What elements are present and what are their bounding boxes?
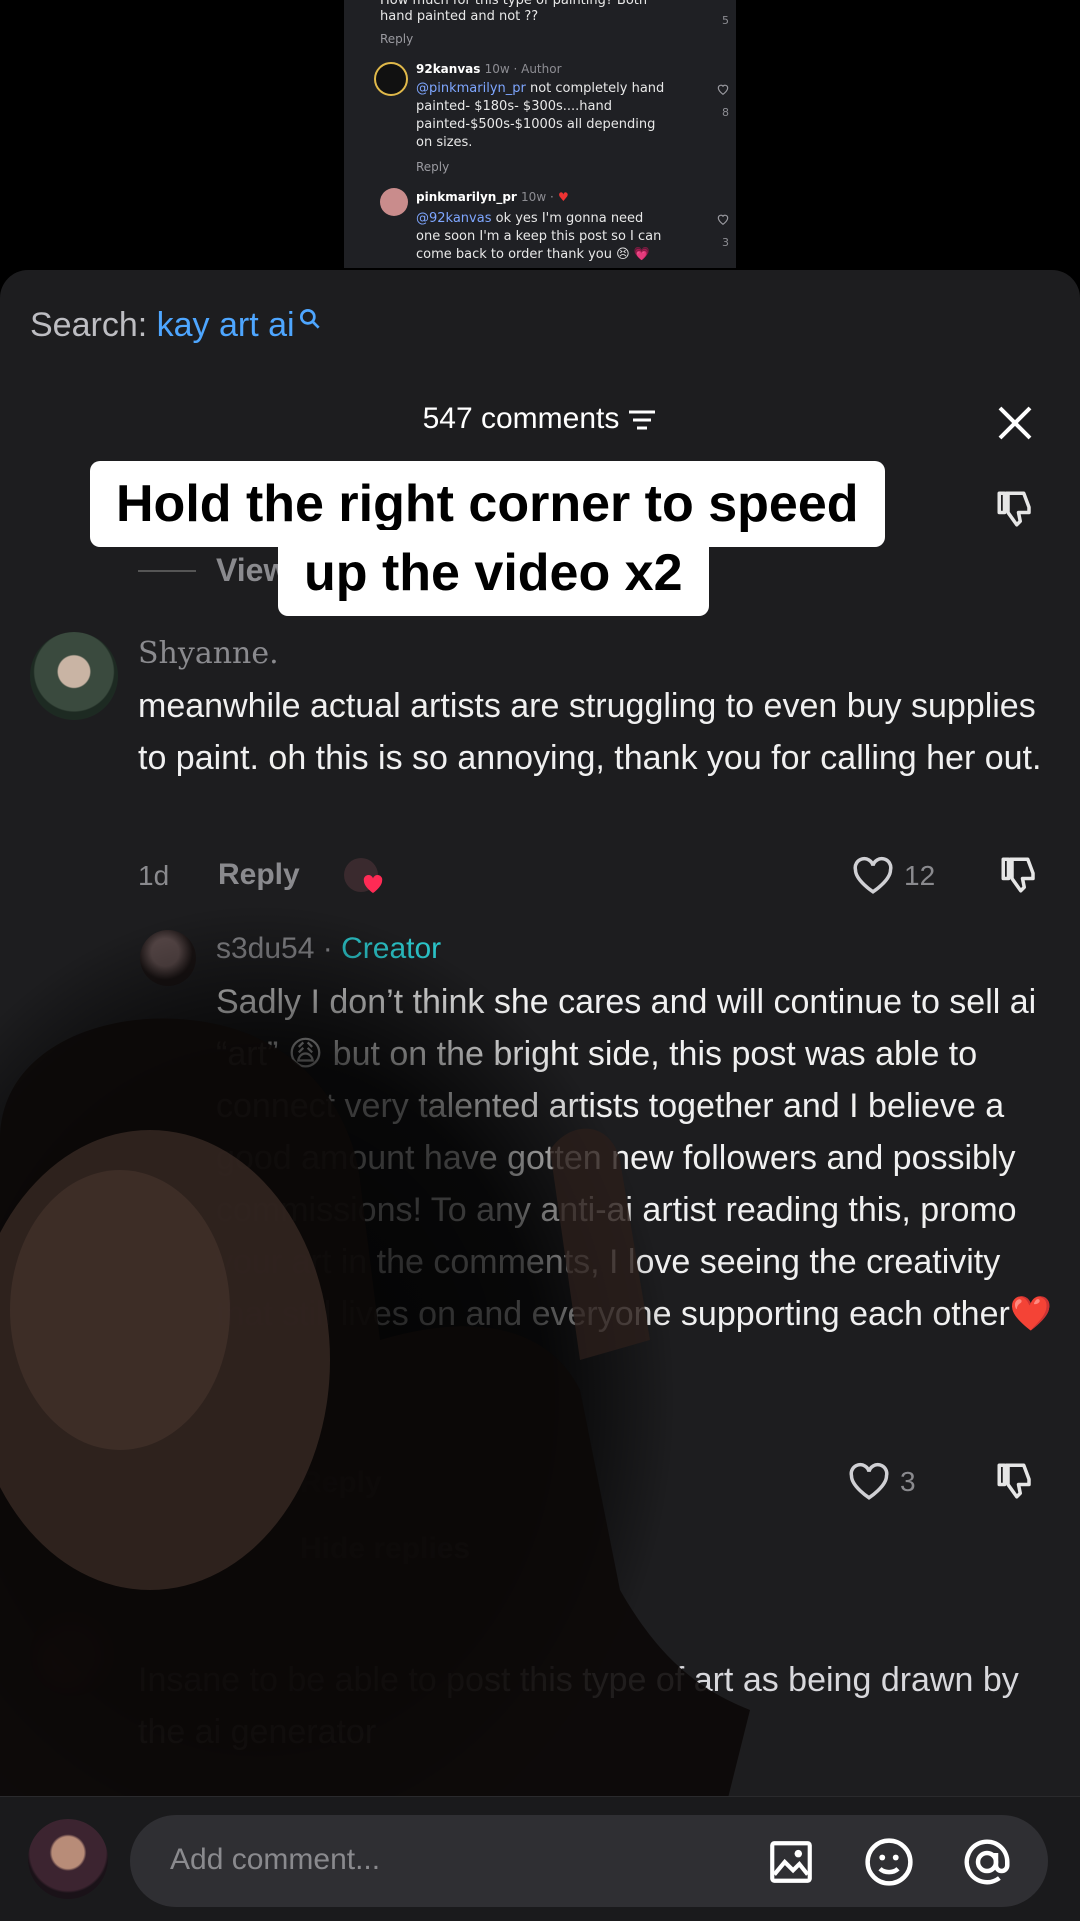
mention-icon[interactable] xyxy=(960,1835,1014,1889)
embed-reply-2: Reply xyxy=(416,160,450,174)
avatar-s3du54[interactable] xyxy=(140,930,196,986)
reply-text: Sadly I don’t think she cares and will c… xyxy=(216,983,1053,1333)
embed-c3-line1: @92kanvas ok yes I'm gonna need xyxy=(416,211,644,226)
reply-username[interactable]: s3du54 xyxy=(216,932,314,965)
caption-line-2: up the video x2 xyxy=(278,530,709,616)
comment-text: Insane to be able to post this type of a… xyxy=(138,1661,1019,1751)
comment-age: 1d xyxy=(138,860,170,891)
embedded-comment-screenshot: How much for this type of painting? Both… xyxy=(344,0,736,268)
embed-c3-line3: come back to order thank you 😣 💗 xyxy=(416,247,650,262)
embed-heart-icon-2 xyxy=(717,214,729,225)
image-icon[interactable] xyxy=(766,1837,816,1887)
emoji-icon[interactable] xyxy=(862,1835,916,1889)
like-count: 12 xyxy=(904,860,936,891)
dislike-icon[interactable] xyxy=(998,854,1040,896)
like-heart-icon[interactable] xyxy=(848,1462,890,1502)
embed-c3-line2: one soon I'm a keep this post so I can xyxy=(416,229,662,244)
filter-icon[interactable] xyxy=(627,407,657,433)
embed-c2-line3: painted-$500s-$1000s all depending xyxy=(416,117,656,132)
avatar-shyanne[interactable] xyxy=(30,632,118,720)
comment-text: meanwhile actual artists are struggling … xyxy=(138,687,1042,777)
comment-composer: Add comment... xyxy=(0,1796,1080,1921)
comment-placeholder: Add comment... xyxy=(170,1843,381,1876)
creator-badge: Creator xyxy=(341,932,442,965)
reply-button[interactable]: Reply xyxy=(218,858,300,892)
embed-line1: hand painted and not ?? xyxy=(380,9,539,24)
avatar-commenter[interactable] xyxy=(30,1612,114,1696)
hide-replies-link[interactable]: Hide replies xyxy=(300,1532,470,1566)
search-term[interactable]: kay art ai xyxy=(157,306,295,344)
like-heart-icon[interactable] xyxy=(852,856,894,896)
embed-user-92kanvas: 92kanvas 10w · Author xyxy=(416,62,562,76)
dislike-icon[interactable] xyxy=(994,1460,1036,1502)
search-icon xyxy=(299,308,320,329)
embed-like-count-1: 5 xyxy=(722,14,729,27)
reply-button[interactable]: Reply xyxy=(300,1466,382,1500)
view-replies-line xyxy=(138,570,196,572)
search-suggestion[interactable]: Search: kay art ai xyxy=(30,306,323,345)
embed-user-pinkmarilyn: pinkmarilyn_pr 10w · ♥ xyxy=(416,190,569,204)
like-count: 3 xyxy=(900,1466,916,1497)
embed-like-count-2: 8 xyxy=(722,106,729,119)
embed-heart-icon xyxy=(717,84,729,95)
embed-reply-1: Reply xyxy=(380,32,414,46)
embed-c2-line2: painted- $180s- $300s....hand xyxy=(416,99,613,114)
comment-input[interactable]: Add comment... xyxy=(130,1815,1048,1907)
comment-username[interactable]: Shyanne. xyxy=(138,636,279,671)
search-prefix: Search: xyxy=(30,306,148,344)
comments-count: 547 comments xyxy=(422,402,620,435)
embed-c2-line4: on sizes. xyxy=(416,135,473,150)
reply-username-line: s3du54 · Creator xyxy=(216,932,442,965)
embed-like-count-3: 3 xyxy=(722,236,729,249)
my-avatar xyxy=(28,1819,108,1899)
embed-avatar-pinkmarilyn xyxy=(380,188,408,216)
creator-heart-icon xyxy=(363,874,383,894)
embed-avatar-92kanvas xyxy=(374,62,408,96)
close-icon[interactable] xyxy=(996,404,1034,442)
embed-c2-line1: @pinkmarilyn_pr not completely hand xyxy=(416,81,665,96)
dislike-icon[interactable] xyxy=(994,488,1036,530)
comments-count-header: 547 comments xyxy=(0,402,1080,436)
